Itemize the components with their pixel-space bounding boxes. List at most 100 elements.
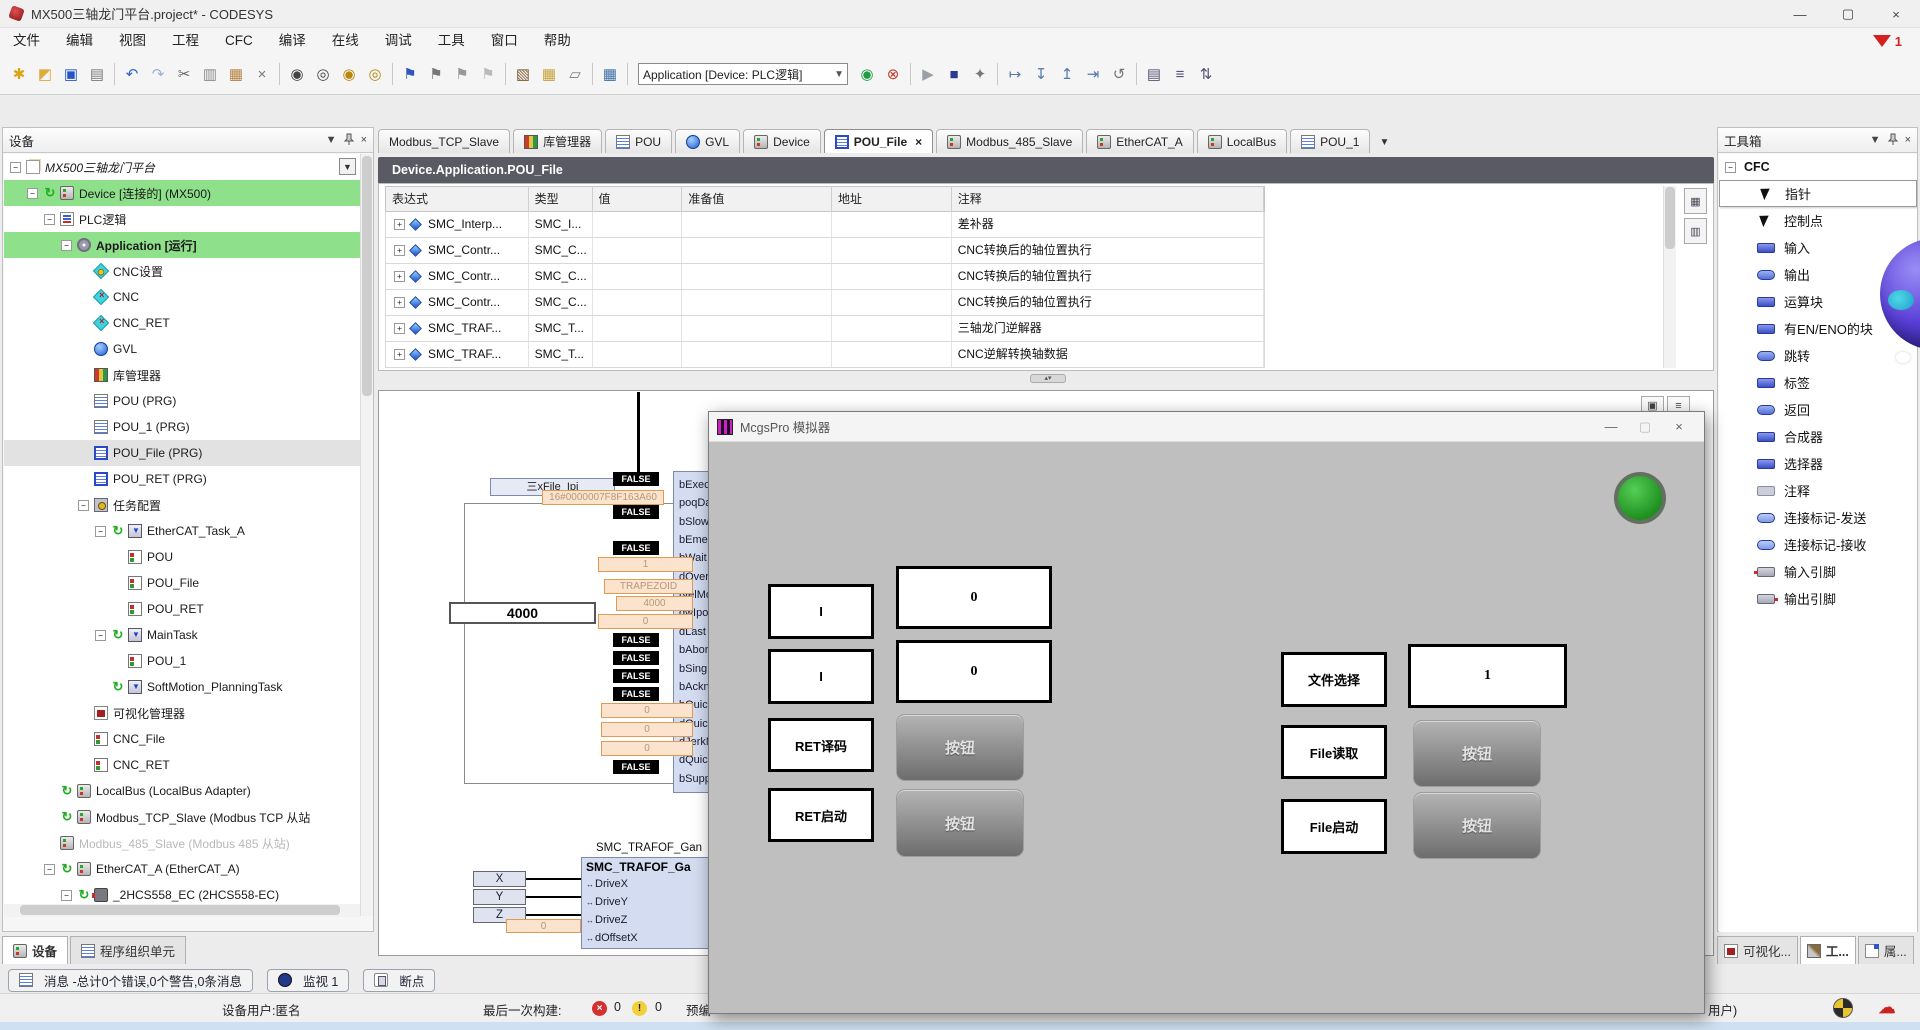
tree-item[interactable]: POU (PRG) <box>4 388 360 414</box>
toolbox-item-返回[interactable]: 返回 <box>1719 396 1917 423</box>
table-row[interactable]: +SMC_Interp...SMC_I...差补器 <box>385 212 1265 238</box>
tree-item[interactable]: ↻LocalBus (LocalBus Adapter) <box>4 778 360 804</box>
cut-button[interactable]: ✂ <box>171 61 197 87</box>
tree-item[interactable]: POU_1 <box>4 648 360 674</box>
minimize-button[interactable]: — <box>1776 0 1824 28</box>
watch-config-button-1[interactable]: ▦ <box>1684 188 1707 214</box>
toolbox-item-指针[interactable]: 指针 <box>1719 180 1917 207</box>
tab-Modbus_485_Slave[interactable]: Modbus_485_Slave <box>936 129 1083 153</box>
splitter-handle[interactable]: ▴▾ <box>1030 374 1066 383</box>
tab-POU_1[interactable]: POU_1 <box>1290 129 1370 153</box>
column-header-注释[interactable]: 注释 <box>952 186 1264 212</box>
tree-item[interactable]: −↻Device [连接的] (MX500) <box>4 180 360 206</box>
tab-LocalBus[interactable]: LocalBus <box>1197 129 1287 153</box>
table-row[interactable]: +SMC_TRAF...SMC_T...三轴龙门逆解器 <box>385 316 1265 342</box>
tree-item[interactable]: POU_RET (PRG) <box>4 466 360 492</box>
open-project-button[interactable]: ◩ <box>32 61 58 87</box>
menu-item-帮助[interactable]: 帮助 <box>531 28 584 54</box>
table-row[interactable]: +SMC_TRAF...SMC_T...CNC逆解转换轴数据 <box>385 342 1265 368</box>
row-expander[interactable]: + <box>394 297 405 308</box>
menu-item-编辑[interactable]: 编辑 <box>53 28 106 54</box>
tab-GVL[interactable]: GVL <box>675 129 740 153</box>
find-button[interactable]: ◉ <box>284 61 310 87</box>
display-mode-button[interactable]: ≡ <box>1167 61 1193 87</box>
pin-icon[interactable] <box>1888 133 1898 148</box>
tree-item[interactable]: −↻EtherCAT_A (EtherCAT_A) <box>4 856 360 882</box>
panel-close-icon[interactable]: × <box>361 134 367 146</box>
start-button[interactable]: ▶ <box>915 61 941 87</box>
tree-item[interactable]: POU_1 (PRG) <box>4 414 360 440</box>
toolbox-item-跳转[interactable]: 跳转 <box>1719 342 1917 369</box>
tree-expander[interactable]: − <box>61 240 72 251</box>
cfc-input-box[interactable]: Y <box>473 889 526 905</box>
root-dropdown-button[interactable]: ▼ <box>339 158 356 175</box>
status-tab-监视[interactable]: 监视 1 <box>267 969 349 992</box>
tree-item[interactable]: CNC设置 <box>4 258 360 284</box>
status-tab-消息[interactable]: 消息 -总计0个错误,0个警告,0条消息 <box>8 969 253 992</box>
tree-item[interactable]: −Application [运行] <box>4 232 360 258</box>
replace-objects-button[interactable]: ◎ <box>362 61 388 87</box>
reset-button[interactable]: ↺ <box>1106 61 1132 87</box>
menu-item-编译[interactable]: 编译 <box>266 28 319 54</box>
online-config-button[interactable]: ✦ <box>967 61 993 87</box>
tree-item[interactable]: POU <box>4 544 360 570</box>
toolbox-item-输入引脚[interactable]: 输入引脚 <box>1719 558 1917 585</box>
tab-overflow-button[interactable]: ▼ <box>1373 131 1395 153</box>
menu-item-在线[interactable]: 在线 <box>319 28 372 54</box>
stop-button[interactable]: ■ <box>941 61 967 87</box>
tree-item[interactable]: 库管理器 <box>4 362 360 388</box>
bookmark-prev-button[interactable]: ⚑ <box>449 61 475 87</box>
tree-expander[interactable]: − <box>95 526 106 537</box>
dialog-minimize-button[interactable]: — <box>1594 412 1628 442</box>
tab-库管理器[interactable]: 库管理器 <box>513 129 602 153</box>
tree-item[interactable]: −↻MainTask <box>4 622 360 648</box>
group-expander[interactable]: − <box>1725 162 1736 173</box>
menu-item-文件[interactable]: 文件 <box>0 28 53 54</box>
notification-area[interactable]: 1 <box>1873 28 1902 54</box>
bookmark-next-button[interactable]: ⚑ <box>423 61 449 87</box>
menu-item-窗口[interactable]: 窗口 <box>478 28 531 54</box>
column-header-地址[interactable]: 地址 <box>832 186 952 212</box>
tree-item[interactable]: CNC_File <box>4 726 360 752</box>
panel-close-icon[interactable]: × <box>1905 134 1911 146</box>
menu-item-CFC[interactable]: CFC <box>212 28 266 54</box>
tab-EtherCAT_A[interactable]: EtherCAT_A <box>1086 129 1193 153</box>
cfc-value-box[interactable]: TRAPEZOID <box>604 579 693 594</box>
tree-horizontal-scrollbar[interactable] <box>4 904 360 917</box>
column-header-类型[interactable]: 类型 <box>529 186 593 212</box>
cfc-hex-value-box[interactable]: 16#0000007F8F163A60 <box>542 490 664 505</box>
tree-item[interactable]: ↻SoftMotion_PlanningTask <box>4 674 360 700</box>
new-window-button[interactable]: ▱ <box>562 61 588 87</box>
right-tab-可视化...[interactable]: 可视化... <box>1717 936 1798 964</box>
cfc-input-box[interactable]: X <box>473 871 526 887</box>
cfc-value-box[interactable]: 1 <box>598 557 693 572</box>
tree-item[interactable]: POU_RET <box>4 596 360 622</box>
toolbox-item-标签[interactable]: 标签 <box>1719 369 1917 396</box>
pin-icon[interactable] <box>344 133 354 148</box>
bookmark-toggle-button[interactable]: ⚑ <box>397 61 423 87</box>
row-expander[interactable]: + <box>394 245 405 256</box>
status-tab-断点[interactable]: 断点 <box>363 969 435 992</box>
right-action-button[interactable]: 按钮 <box>1413 720 1541 787</box>
print-button[interactable]: ▤ <box>84 61 110 87</box>
cfc-value-box[interactable]: 0 <box>601 703 693 718</box>
security-shield-icon[interactable] <box>1833 998 1853 1018</box>
column-header-准备值[interactable]: 准备值 <box>682 186 832 212</box>
left-action-button[interactable]: 按钮 <box>896 714 1024 781</box>
tree-item[interactable]: GVL <box>4 336 360 362</box>
menu-item-工具[interactable]: 工具 <box>425 28 478 54</box>
find-objects-button[interactable]: ◉ <box>336 61 362 87</box>
cloud-offline-icon[interactable]: ☁ <box>1874 998 1900 1018</box>
cfc-value-box[interactable]: 4000 <box>616 596 693 611</box>
paste-button[interactable]: ▦ <box>223 61 249 87</box>
menu-item-工程[interactable]: 工程 <box>159 28 212 54</box>
tree-item[interactable]: CNC <box>4 284 360 310</box>
table-row[interactable]: +SMC_Contr...SMC_C...CNC转换后的轴位置执行 <box>385 290 1265 316</box>
delete-button[interactable]: × <box>249 61 275 87</box>
cfc-value-box[interactable]: 0 <box>601 741 693 756</box>
menu-item-调试[interactable]: 调试 <box>372 28 425 54</box>
tree-item[interactable]: −PLC逻辑 <box>4 206 360 232</box>
tab-close-icon[interactable]: × <box>915 135 922 149</box>
redo-button[interactable]: ↷ <box>145 61 171 87</box>
left-action-button[interactable]: 按钮 <box>896 789 1024 857</box>
